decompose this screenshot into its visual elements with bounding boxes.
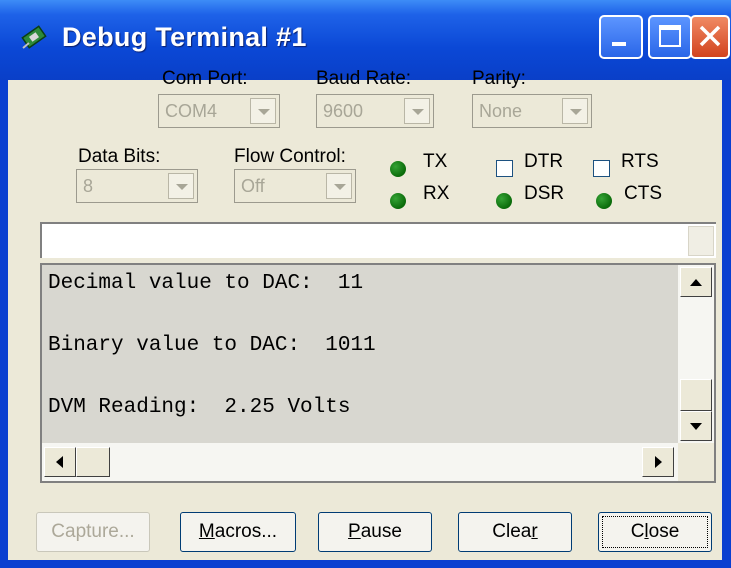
output-line: Binary value to DAC: 1011: [48, 334, 376, 357]
com-port-select[interactable]: COM4: [158, 94, 280, 128]
dtr-label: DTR: [524, 151, 564, 172]
parity-label: Parity:: [472, 68, 526, 89]
receive-text-area[interactable]: Decimal value to DAC: 11 Binary value to…: [42, 265, 678, 443]
app-icon: [21, 25, 47, 49]
minimize-icon: [612, 42, 626, 46]
minimize-button[interactable]: [599, 15, 643, 59]
arrow-down-icon: [690, 423, 702, 430]
pause-button-label: ause: [360, 521, 402, 542]
macros-accel: M: [198, 521, 215, 542]
arrow-left-icon: [56, 456, 63, 468]
tx-led-icon: [390, 161, 406, 177]
close-button-label: C: [630, 521, 645, 542]
maximize-icon: [659, 25, 681, 47]
transmit-scroll-handle[interactable]: [688, 226, 714, 256]
transmit-input[interactable]: [40, 222, 716, 258]
receive-output-pane[interactable]: Decimal value to DAC: 11 Binary value to…: [40, 263, 716, 483]
arrow-up-icon: [690, 279, 702, 286]
flow-control-value: Off: [241, 176, 265, 196]
cts-label: CTS: [624, 183, 662, 204]
parity-select[interactable]: None: [472, 94, 592, 128]
rts-checkbox[interactable]: [593, 160, 610, 177]
data-bits-select[interactable]: 8: [76, 169, 198, 203]
dsr-label: DSR: [524, 183, 565, 204]
macros-button[interactable]: Macros...: [180, 512, 296, 552]
cts-led-icon: [596, 193, 612, 209]
macros-button-label: acros...: [214, 521, 278, 542]
rts-label: RTS: [621, 151, 659, 172]
scroll-corner: [678, 443, 714, 481]
chevron-down-icon[interactable]: [250, 98, 276, 124]
flow-control-select[interactable]: Off: [234, 169, 356, 203]
rx-label: RX: [423, 183, 450, 204]
close-button[interactable]: Close: [598, 512, 712, 552]
vertical-scrollbar[interactable]: [678, 265, 714, 443]
baud-rate-select[interactable]: 9600: [316, 94, 434, 128]
scroll-down-button[interactable]: [680, 411, 712, 441]
chevron-down-icon[interactable]: [562, 98, 588, 124]
data-bits-value: 8: [83, 176, 94, 196]
output-line: Decimal value to DAC: 11: [48, 272, 364, 295]
com-port-value: COM4: [165, 101, 218, 121]
maximize-button[interactable]: [648, 15, 692, 59]
baud-rate-value: 9600: [323, 101, 364, 121]
flow-control-label: Flow Control:: [234, 146, 346, 167]
com-port-label: Com Port:: [162, 68, 248, 89]
clear-button[interactable]: Clear: [458, 512, 572, 552]
baud-rate-label: Baud Rate:: [316, 68, 412, 89]
clear-button-label: Clea: [492, 521, 532, 542]
capture-button[interactable]: Capture...: [36, 512, 150, 552]
scroll-up-button[interactable]: [680, 267, 712, 297]
chevron-down-icon[interactable]: [326, 173, 352, 199]
rx-led-icon: [390, 193, 406, 209]
chevron-down-icon[interactable]: [404, 98, 430, 124]
output-line: DVM Reading: 2.25 Volts: [48, 396, 351, 419]
scroll-right-button[interactable]: [642, 447, 674, 477]
data-bits-label: Data Bits:: [78, 146, 161, 167]
dsr-led-icon: [496, 193, 512, 209]
capture-button-label: Capture...: [51, 521, 135, 542]
close-button-label-rest: ose: [648, 521, 680, 542]
debug-terminal-window: Debug Terminal #1 Com Port: COM4 Baud Ra…: [0, 0, 731, 568]
scroll-left-button[interactable]: [44, 447, 76, 477]
window-title: Debug Terminal #1: [62, 22, 307, 52]
horizontal-scroll-thumb[interactable]: [76, 447, 110, 477]
pause-button[interactable]: Pause: [318, 512, 432, 552]
clear-accel: r: [531, 521, 538, 542]
close-window-button[interactable]: [690, 15, 730, 59]
tx-label: TX: [423, 151, 448, 172]
client-area: Com Port: COM4 Baud Rate: 9600 Parity: N…: [8, 68, 722, 560]
horizontal-scrollbar[interactable]: [42, 443, 678, 481]
dtr-checkbox[interactable]: [496, 160, 513, 177]
arrow-right-icon: [655, 456, 662, 468]
vertical-scroll-thumb[interactable]: [680, 379, 712, 411]
pause-accel: P: [348, 521, 361, 542]
chevron-down-icon[interactable]: [168, 173, 194, 199]
parity-value: None: [479, 101, 523, 121]
close-icon: [699, 25, 721, 47]
